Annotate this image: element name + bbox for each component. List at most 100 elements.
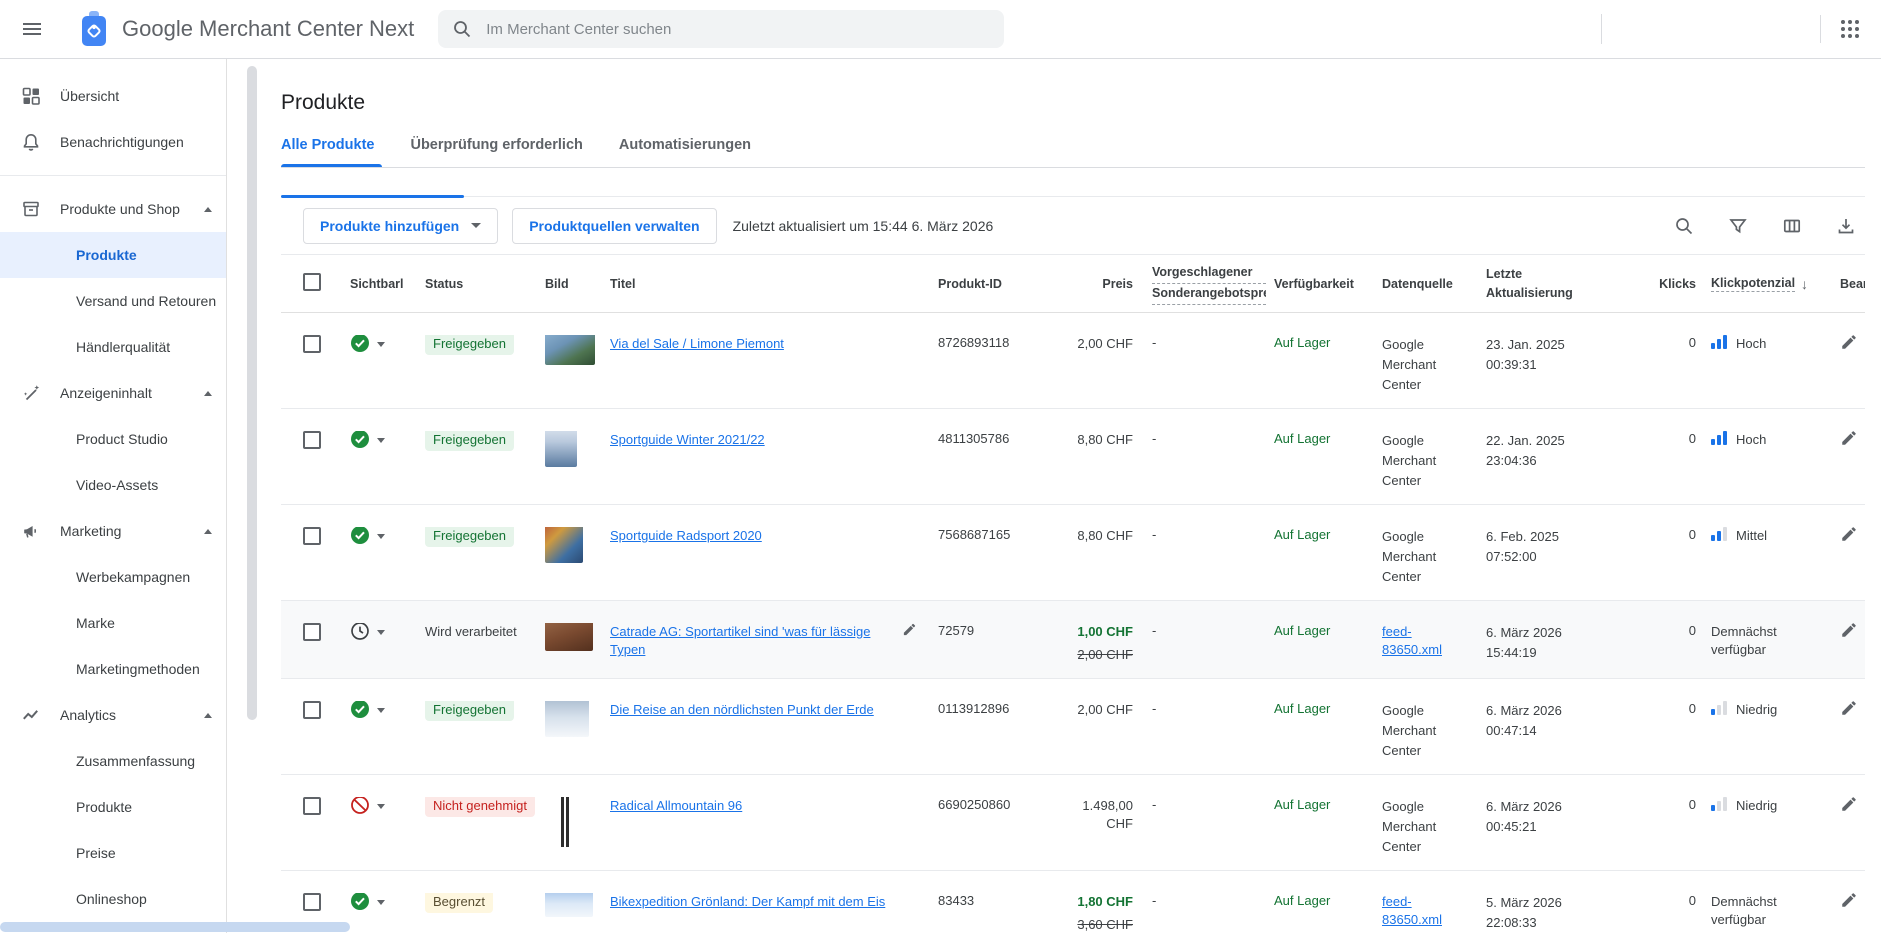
clicks-count: 0: [1621, 623, 1701, 638]
add-products-button[interactable]: Produkte hinzufügen: [303, 208, 498, 244]
sidebar-item-preise[interactable]: Preise: [0, 830, 226, 876]
visibility-status-dropdown[interactable]: [350, 623, 421, 644]
data-source-link[interactable]: feed-83650.xml: [1382, 624, 1442, 657]
sidebar-item-zusammenfassung[interactable]: Zusammenfassung: [0, 738, 226, 784]
search-table-icon[interactable]: [1672, 214, 1696, 238]
sidebar-divider: [0, 175, 226, 176]
visibility-status-dropdown[interactable]: [350, 797, 421, 818]
sidebar-item-video-assets[interactable]: Video-Assets: [0, 462, 226, 508]
horizontal-scrollbar[interactable]: [0, 922, 350, 932]
row-checkbox[interactable]: [303, 623, 321, 641]
sidebar-item-analytics-produkte[interactable]: Produkte: [0, 784, 226, 830]
row-checkbox[interactable]: [303, 893, 321, 911]
search-input[interactable]: [484, 20, 990, 39]
table-row: FreigegebenSportguide Radsport 202075686…: [281, 505, 1865, 601]
sidebar-item-versand-und-retouren[interactable]: Versand und Retouren: [0, 278, 226, 324]
sidebar-item-label: Werbekampagnen: [76, 569, 190, 585]
search-icon: [452, 19, 472, 39]
sidebar-item-produkte-und-shop[interactable]: Produkte und Shop: [0, 186, 226, 232]
sidebar-item-analytics[interactable]: Analytics: [0, 692, 226, 738]
sidebar-item-haendlerqualitaet[interactable]: Händlerqualität: [0, 324, 226, 370]
sidebar-item-product-studio[interactable]: Product Studio: [0, 416, 226, 462]
product-title-link[interactable]: Catrade AG: Sportartikel sind 'was für l…: [610, 623, 892, 659]
click-potential-label: Niedrig: [1736, 797, 1777, 815]
price-cell: 1,00 CHF2,00 CHF: [1071, 623, 1139, 664]
data-source: Google Merchant Center: [1382, 335, 1460, 395]
tab-ueberpruefung-erforderlich[interactable]: Überprüfung erforderlich: [392, 124, 600, 167]
sidebar-item-marketing[interactable]: Marketing: [0, 508, 226, 554]
edit-product-icon[interactable]: [1840, 893, 1858, 912]
updated-time: 00:39:31: [1486, 355, 1621, 375]
click-potential-label: Demnächst verfügbar: [1711, 623, 1826, 659]
sidebar-item-onlineshop[interactable]: Onlineshop: [0, 876, 226, 922]
columns-icon[interactable]: [1780, 214, 1804, 238]
row-checkbox[interactable]: [303, 527, 321, 545]
visibility-status-dropdown[interactable]: [350, 893, 421, 914]
edit-product-icon[interactable]: [1840, 527, 1858, 546]
edit-product-icon[interactable]: [1840, 623, 1858, 642]
visibility-status-dropdown[interactable]: [350, 527, 421, 548]
sidebar-item-marketingmethoden[interactable]: Marketingmethoden: [0, 646, 226, 692]
current-price: 8,80 CHF: [1071, 431, 1133, 449]
download-icon[interactable]: [1834, 214, 1858, 238]
global-search[interactable]: [438, 10, 1004, 48]
edit-product-icon[interactable]: [1840, 701, 1858, 720]
sidebar-item-anzeigeninhalt[interactable]: Anzeigeninhalt: [0, 370, 226, 416]
visibility-status-dropdown[interactable]: [350, 701, 421, 722]
updated-time: 00:45:21: [1486, 817, 1621, 837]
collapse-caret-icon[interactable]: [204, 207, 212, 212]
product-title-link[interactable]: Die Reise an den nördlichsten Punkt der …: [610, 701, 874, 719]
row-checkbox[interactable]: [303, 797, 321, 815]
filter-icon[interactable]: [1726, 214, 1750, 238]
data-source-link[interactable]: feed-83650.xml: [1382, 894, 1442, 927]
sidebar-item-uebersicht[interactable]: Übersicht: [0, 73, 226, 119]
vertical-scrollbar[interactable]: [247, 66, 257, 720]
col-bearbeiten: Bearb: [1826, 277, 1865, 291]
collapse-caret-icon[interactable]: [204, 713, 212, 718]
edit-product-icon[interactable]: [1840, 797, 1858, 816]
edit-product-icon[interactable]: [1840, 431, 1858, 450]
current-price: 1.498,00 CHF: [1071, 797, 1133, 833]
dropdown-caret-icon: [471, 223, 481, 228]
row-checkbox[interactable]: [303, 701, 321, 719]
product-id: 0113912896: [931, 701, 1071, 716]
product-title-link[interactable]: Sportguide Winter 2021/22: [610, 431, 765, 449]
tab-alle-produkte[interactable]: Alle Produkte: [281, 124, 392, 167]
manage-product-sources-button[interactable]: Produktquellen verwalten: [512, 208, 716, 244]
edit-title-icon[interactable]: [902, 623, 917, 640]
col-preis: Preis: [1071, 277, 1139, 291]
menu-icon[interactable]: [10, 7, 54, 51]
visibility-status-dropdown[interactable]: [350, 335, 421, 356]
app-title: Google Merchant Center Next: [122, 16, 414, 42]
data-source: Google Merchant Center: [1382, 797, 1460, 857]
approved-status-icon: [350, 527, 370, 548]
collapse-caret-icon[interactable]: [204, 391, 212, 396]
last-updated-cell: 6. März 202600:45:21: [1476, 797, 1621, 837]
click-potential-bars-icon: [1711, 527, 1727, 541]
row-checkbox[interactable]: [303, 335, 321, 353]
row-checkbox[interactable]: [303, 431, 321, 449]
sidebar-item-marke[interactable]: Marke: [0, 600, 226, 646]
sort-descending-icon[interactable]: ↓: [1801, 276, 1808, 292]
sidebar-item-produkte[interactable]: Produkte: [0, 232, 226, 278]
last-updated-cell: 22. Jan. 202523:04:36: [1476, 431, 1621, 471]
product-title-link[interactable]: Bikexpedition Grönland: Der Kampf mit de…: [610, 893, 885, 911]
tab-automatisierungen[interactable]: Automatisierungen: [601, 124, 769, 167]
visibility-status-dropdown[interactable]: [350, 431, 421, 452]
sidebar-item-werbekampagnen[interactable]: Werbekampagnen: [0, 554, 226, 600]
collapse-caret-icon[interactable]: [204, 529, 212, 534]
price-cell: 1.498,00 CHF: [1071, 797, 1139, 833]
sidebar-item-label: Produkte: [76, 247, 137, 263]
edit-product-icon[interactable]: [1840, 335, 1858, 354]
apps-grid-icon[interactable]: [1835, 14, 1865, 44]
product-title-link[interactable]: Sportguide Radsport 2020: [610, 527, 762, 545]
product-title-link[interactable]: Radical Allmountain 96: [610, 797, 742, 815]
availability-status: Auf Lager: [1274, 623, 1330, 638]
status-badge: Begrenzt: [425, 893, 493, 913]
product-id: 72579: [931, 623, 1071, 638]
updated-date: 5. März 2026: [1486, 893, 1621, 913]
product-title-link[interactable]: Via del Sale / Limone Piemont: [610, 335, 784, 353]
sidebar-item-benachrichtigungen[interactable]: Benachrichtigungen: [0, 119, 226, 165]
clicks-count: 0: [1621, 431, 1701, 446]
select-all-checkbox[interactable]: [303, 273, 321, 291]
